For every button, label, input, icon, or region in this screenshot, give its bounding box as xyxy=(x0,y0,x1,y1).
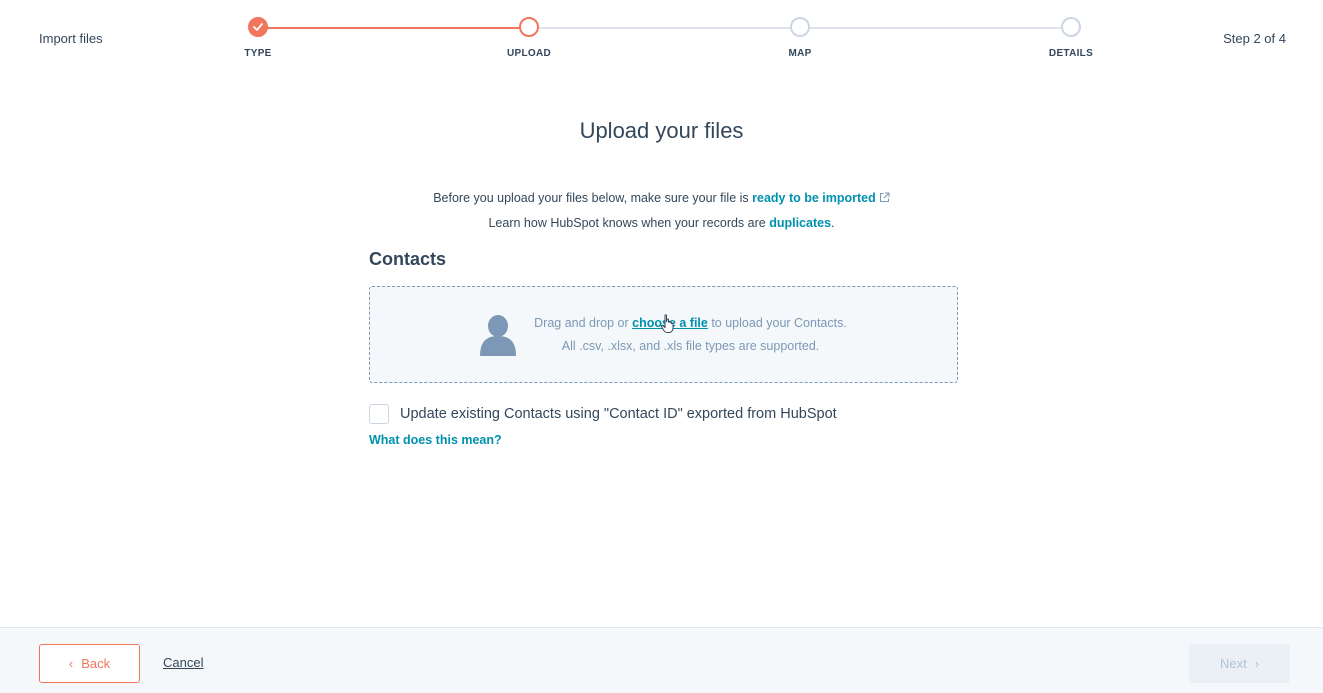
app-title: Import files xyxy=(39,31,103,46)
chevron-left-icon: ‹ xyxy=(68,656,74,671)
check-icon xyxy=(253,23,263,31)
what-does-this-mean-link[interactable]: What does this mean? xyxy=(369,433,502,447)
intro-text-suffix: . xyxy=(831,216,835,230)
checkbox-label[interactable]: Update existing Contacts using "Contact … xyxy=(400,406,837,422)
intro-text: Before you upload your files below, make… xyxy=(0,186,1323,235)
step-current-dot xyxy=(519,17,539,37)
dropzone-text: Drag and drop or choose a file to upload… xyxy=(534,312,847,358)
step-map: MAP xyxy=(750,17,850,59)
step-complete-dot xyxy=(248,17,268,37)
intro-text-prefix: Before you upload your files below, make… xyxy=(433,191,753,205)
back-button-label: Back xyxy=(81,656,111,671)
back-button[interactable]: ‹ Back xyxy=(39,644,140,683)
ready-to-import-link[interactable]: ready to be imported xyxy=(752,191,876,205)
dropzone-prefix: Drag and drop or xyxy=(534,315,633,330)
next-button[interactable]: Next › xyxy=(1189,644,1290,683)
next-button-label: Next xyxy=(1219,656,1247,671)
page-title: Upload your files xyxy=(579,118,744,143)
step-pending-dot xyxy=(790,17,810,37)
step-label: TYPE xyxy=(244,48,272,59)
section-title-contacts: Contacts xyxy=(369,249,447,269)
supported-file-types: All .csv, .xlsx, and .xls file types are… xyxy=(561,338,820,353)
step-details: DETAILS xyxy=(1021,17,1121,59)
progress-stepper: TYPE UPLOAD MAP DETAILS xyxy=(244,17,1093,67)
intro-line-2: Learn how HubSpot knows when your record… xyxy=(0,211,1323,235)
person-icon xyxy=(480,314,517,356)
cancel-link[interactable]: Cancel xyxy=(163,655,203,670)
footer-bar: ‹ Back Cancel Next › xyxy=(0,627,1323,693)
external-link-icon[interactable] xyxy=(879,187,890,211)
step-pending-dot xyxy=(1061,17,1081,37)
intro-text-prefix: Learn how HubSpot knows when your record… xyxy=(488,216,770,230)
step-count: Step 2 of 4 xyxy=(1223,31,1286,46)
update-existing-checkbox[interactable] xyxy=(369,404,389,424)
step-label: UPLOAD xyxy=(506,48,552,59)
step-type: TYPE xyxy=(208,17,308,59)
duplicates-link[interactable]: duplicates xyxy=(769,216,831,230)
step-label: DETAILS xyxy=(1048,48,1094,59)
dropzone-suffix: to upload your Contacts. xyxy=(707,315,847,330)
file-dropzone[interactable]: Drag and drop or choose a file to upload… xyxy=(369,286,958,383)
import-header: Import files TYPE UPLOAD MAP DETAILS Ste… xyxy=(0,0,1323,72)
chevron-right-icon: › xyxy=(1254,656,1260,671)
step-label: MAP xyxy=(788,48,812,59)
hand-pointer-icon xyxy=(660,314,674,333)
update-existing-option: Update existing Contacts using "Contact … xyxy=(369,404,837,424)
dropzone-line-1: Drag and drop or choose a file to upload… xyxy=(534,312,847,335)
step-upload: UPLOAD xyxy=(479,17,579,59)
intro-line-1: Before you upload your files below, make… xyxy=(0,186,1323,211)
